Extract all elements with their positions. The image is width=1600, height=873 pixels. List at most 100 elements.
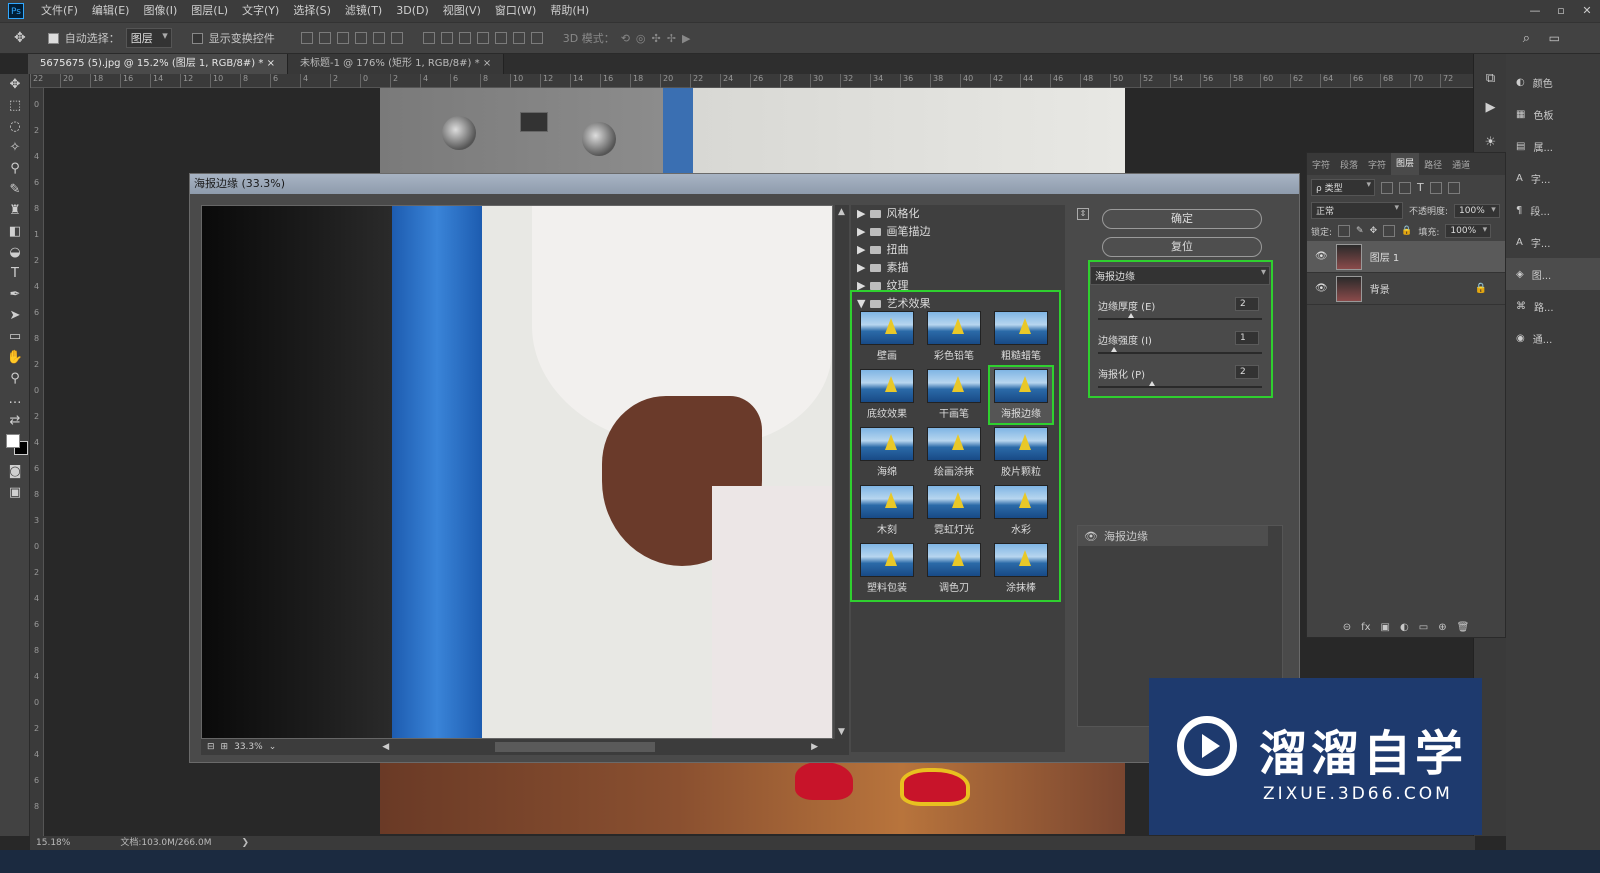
3d-orbit-icon[interactable]: ⟲ xyxy=(621,32,630,45)
status-arrow-icon[interactable]: ❯ xyxy=(241,836,249,850)
expand-arrow-icon[interactable]: ▶ xyxy=(857,259,865,277)
menu-image[interactable]: 图像(I) xyxy=(136,0,184,22)
category-stylize[interactable]: ▶ 风格化 xyxy=(851,205,1065,223)
menu-layer[interactable]: 图层(L) xyxy=(184,0,235,22)
align-left-icon[interactable] xyxy=(354,32,367,44)
auto-select-dropdown[interactable]: 图层 xyxy=(125,28,172,48)
marquee-tool-icon[interactable]: ⬚ xyxy=(0,95,30,116)
3d-camera-icon[interactable]: ▶ xyxy=(682,32,690,45)
filter-shape-icon[interactable] xyxy=(1429,181,1442,194)
filter-adjust-icon[interactable] xyxy=(1399,181,1411,194)
zoom-in-icon[interactable]: ⊞ xyxy=(221,742,229,752)
screen-mode-icon[interactable]: ▣ xyxy=(0,482,30,503)
distribute-hcenter-icon[interactable] xyxy=(494,32,507,44)
zoom-dropdown-icon[interactable]: ⌄ xyxy=(269,742,277,752)
collapse-icon[interactable]: ⇕ xyxy=(1077,208,1089,220)
layer-name[interactable]: 图层 1 xyxy=(1370,249,1400,264)
close-button[interactable]: ✕ xyxy=(1574,0,1600,22)
distribute-top-icon[interactable] xyxy=(422,32,435,44)
tab-doc-2[interactable]: 未标题-1 @ 176% (矩形 1, RGB/8#) * × xyxy=(287,54,505,74)
path-select-icon[interactable]: ➤ xyxy=(0,305,30,326)
panel-swatches[interactable]: ▦ 色板 xyxy=(1506,98,1600,130)
param-slider[interactable] xyxy=(1098,318,1262,320)
menu-type[interactable]: 文字(Y) xyxy=(235,0,286,22)
bucket-tool-icon[interactable]: ◒ xyxy=(0,242,30,263)
effect-layer-name[interactable]: 海报边缘 xyxy=(1104,528,1148,544)
layer-row-background[interactable]: 👁 背景 🔒 xyxy=(1307,273,1505,305)
reset-button[interactable]: 复位 xyxy=(1102,237,1262,257)
eyedropper-icon[interactable]: ⚲ xyxy=(0,158,30,179)
rectangle-tool-icon[interactable]: ▭ xyxy=(0,326,30,347)
expand-arrow-icon[interactable]: ▶ xyxy=(857,205,865,223)
type-tool-icon[interactable]: T xyxy=(0,263,30,284)
ok-button[interactable]: 确定 xyxy=(1102,209,1262,229)
filter-pixel-icon[interactable] xyxy=(1381,181,1393,194)
restore-button[interactable]: ▫ xyxy=(1548,0,1574,22)
auto-select-checkbox[interactable] xyxy=(47,32,59,44)
lock-artboard-icon[interactable] xyxy=(1383,225,1396,237)
menu-window[interactable]: 窗口(W) xyxy=(488,0,543,22)
link-layers-icon[interactable]: ⊝ xyxy=(1343,622,1351,633)
lock-all-icon[interactable]: 🔒 xyxy=(1401,226,1412,236)
align-vcenter-icon[interactable] xyxy=(318,32,331,44)
param-slider[interactable] xyxy=(1098,352,1262,354)
category-sketch[interactable]: ▶ 素描 xyxy=(851,259,1065,277)
auto-align-icon[interactable] xyxy=(530,32,543,44)
slider-knob[interactable] xyxy=(1127,313,1134,318)
history-icon[interactable]: ⧉ xyxy=(1474,68,1507,89)
param-value-input[interactable]: 2 xyxy=(1235,297,1259,311)
param-value-input[interactable]: 1 xyxy=(1235,331,1259,345)
filter-type-icon[interactable]: T xyxy=(1417,181,1424,194)
lock-transparent-icon[interactable] xyxy=(1338,225,1351,237)
tab-character-2[interactable]: 字符 xyxy=(1363,158,1391,171)
quick-mask-icon[interactable]: ◙ xyxy=(0,461,30,482)
panel-layers[interactable]: ◈ 图... xyxy=(1506,258,1600,290)
fx-icon[interactable]: fx xyxy=(1361,622,1370,633)
zoom-level[interactable]: 15.18% xyxy=(36,836,70,850)
tab-close-icon[interactable]: × xyxy=(483,58,491,69)
filter-thumb[interactable]: 木刻 xyxy=(856,483,918,539)
new-layer-icon[interactable]: ⊕ xyxy=(1438,622,1446,633)
move-tool-icon[interactable]: ✥ xyxy=(14,30,26,46)
align-right-icon[interactable] xyxy=(390,32,403,44)
actions-play-icon[interactable]: ▶ xyxy=(1474,97,1507,118)
new-group-icon[interactable]: ▭ xyxy=(1419,622,1428,633)
add-mask-icon[interactable]: ▣ xyxy=(1381,622,1390,633)
menu-select[interactable]: 选择(S) xyxy=(286,0,338,22)
blend-mode-select[interactable]: 正常 xyxy=(1311,202,1403,219)
lasso-tool-icon[interactable]: ◌ xyxy=(0,116,30,137)
visibility-eye-icon[interactable]: 👁 xyxy=(1315,283,1328,294)
align-hcenter-icon[interactable] xyxy=(372,32,385,44)
filter-thumb[interactable]: 塑料包装 xyxy=(856,541,918,597)
hand-tool-icon[interactable]: ✋ xyxy=(0,347,30,368)
distribute-left-icon[interactable] xyxy=(476,32,489,44)
filter-thumb[interactable]: 海绵 xyxy=(856,425,918,481)
3d-slide-icon[interactable]: ✢ xyxy=(667,32,676,45)
menu-3d[interactable]: 3D(D) xyxy=(389,0,436,22)
filter-thumb[interactable]: 干画笔 xyxy=(923,367,985,423)
panel-character[interactable]: A 字... xyxy=(1506,162,1600,194)
trash-icon[interactable]: 🗑 xyxy=(1457,622,1470,633)
filter-thumb[interactable]: 彩色铅笔 xyxy=(923,309,985,365)
expand-arrow-icon[interactable]: ▶ xyxy=(857,241,865,259)
filter-thumb[interactable]: 涂抹棒 xyxy=(990,541,1052,597)
visibility-eye-icon[interactable]: 👁 xyxy=(1084,530,1098,543)
move-tool-icon[interactable]: ✥ xyxy=(0,74,30,95)
menu-view[interactable]: 视图(V) xyxy=(436,0,488,22)
panel-color[interactable]: ◐ 颜色 xyxy=(1506,66,1600,98)
hscroll-thumb[interactable] xyxy=(495,742,656,752)
distribute-right-icon[interactable] xyxy=(512,32,525,44)
fill-input[interactable]: 100% xyxy=(1445,224,1492,238)
pen-tool-icon[interactable]: ✒ xyxy=(0,284,30,305)
layer-name[interactable]: 背景 xyxy=(1370,281,1390,296)
category-distort[interactable]: ▶ 扭曲 xyxy=(851,241,1065,259)
adjustment-icon[interactable]: ◐ xyxy=(1400,622,1409,633)
filter-thumb[interactable]: 调色刀 xyxy=(923,541,985,597)
stamp-tool-icon[interactable]: ♜ xyxy=(0,200,30,221)
slider-knob[interactable] xyxy=(1149,381,1156,386)
panel-paths[interactable]: ⌘ 路... xyxy=(1506,290,1600,322)
3d-pan-icon[interactable]: ✣ xyxy=(652,32,661,45)
distribute-vcenter-icon[interactable] xyxy=(440,32,453,44)
filter-smart-icon[interactable] xyxy=(1447,181,1460,194)
filter-thumb[interactable]: 水彩 xyxy=(990,483,1052,539)
